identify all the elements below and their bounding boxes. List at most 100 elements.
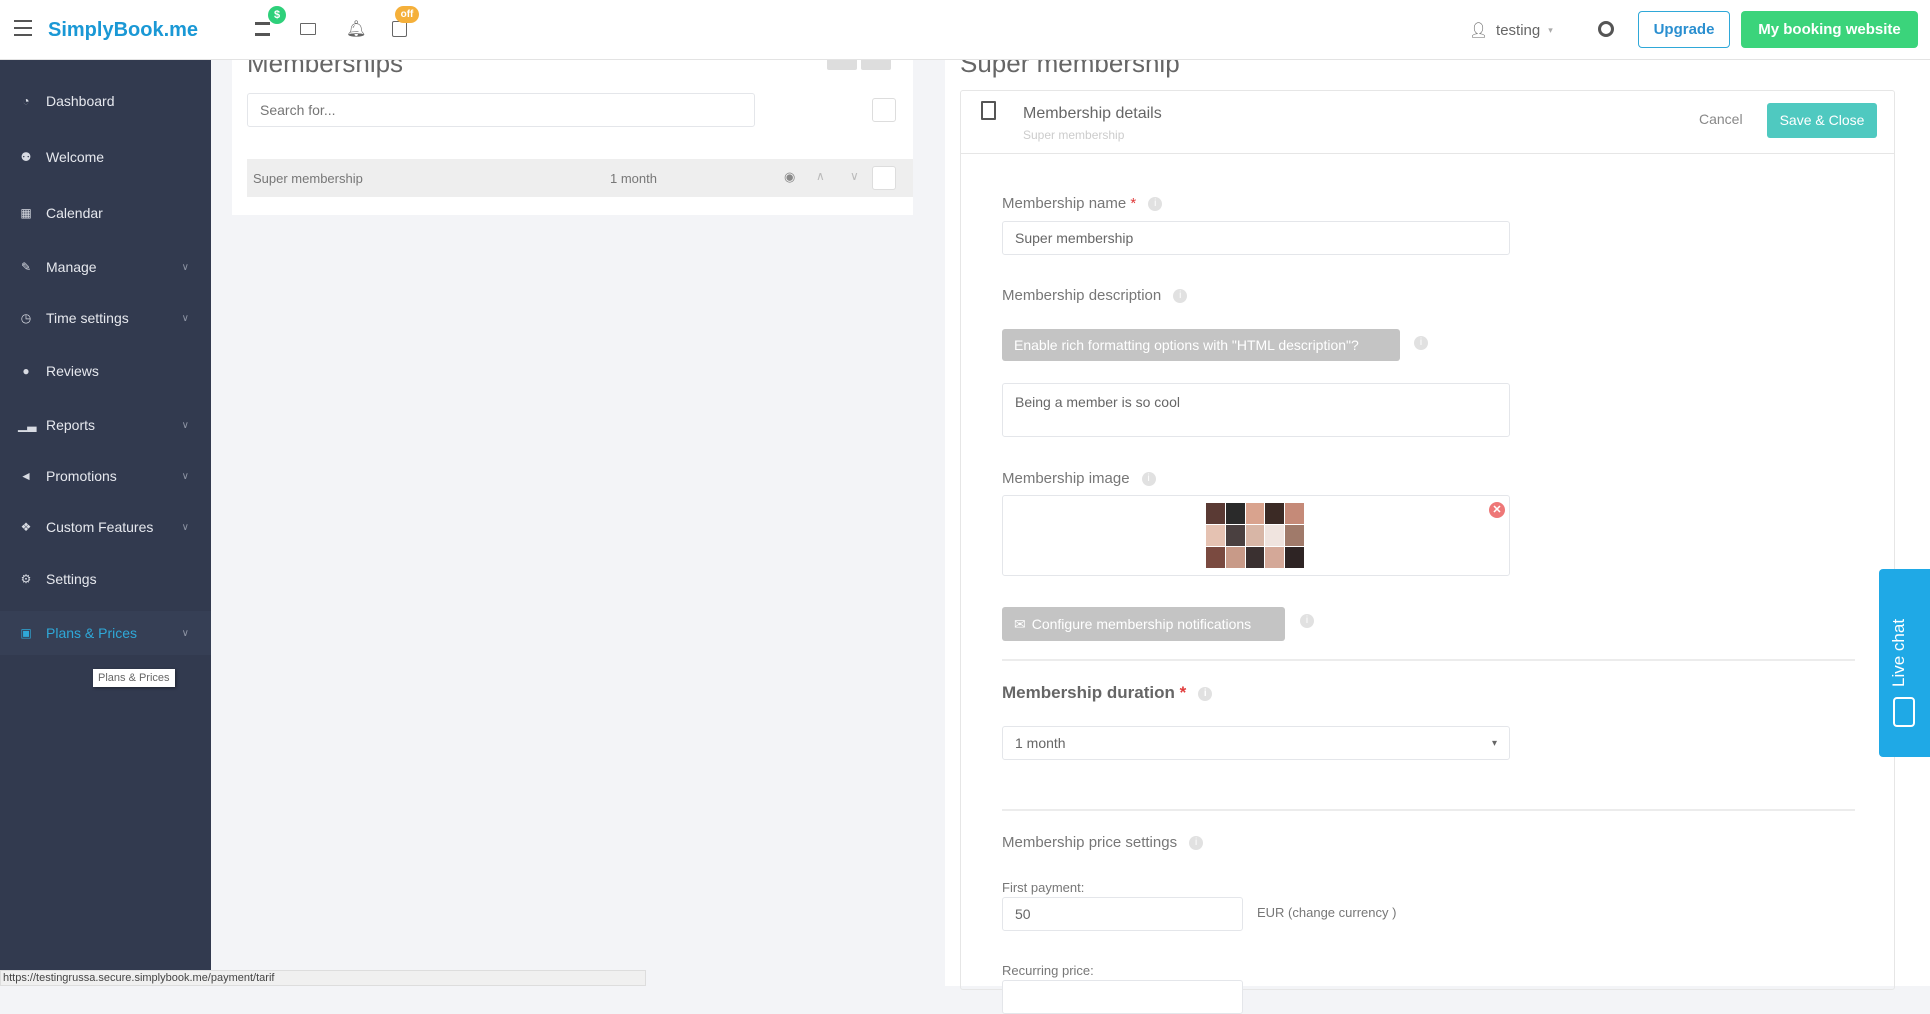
info-icon[interactable]: i <box>1141 472 1156 487</box>
info-icon[interactable]: i <box>1189 836 1204 851</box>
sidebar-item-reports[interactable]: ▁▃ Reports ∨ <box>0 403 211 447</box>
chevron-down-icon[interactable]: ∨ <box>182 262 189 273</box>
sidebar-item-label: Reviews <box>46 363 99 379</box>
move-up-icon[interactable]: ∧ <box>816 169 825 183</box>
search-input[interactable] <box>247 93 755 127</box>
row-duration: 1 month <box>610 171 657 186</box>
sidebar-item-settings[interactable]: ⚙ Settings <box>0 557 211 601</box>
chevron-down-icon[interactable]: ∨ <box>182 522 189 533</box>
hamburger-menu-icon[interactable] <box>14 20 32 36</box>
duration-select[interactable]: 1 month ▾ <box>1002 726 1510 760</box>
chevron-down-icon[interactable]: ∨ <box>182 471 189 482</box>
booking-website-button[interactable]: My booking website <box>1741 11 1918 48</box>
clock-icon: ◷ <box>20 311 32 325</box>
row-checkbox[interactable] <box>872 166 896 190</box>
sidebar-item-time-settings[interactable]: ◷ Time settings ∨ <box>0 296 211 340</box>
sidebar-item-label: Manage <box>46 259 97 275</box>
membership-image <box>1206 503 1304 568</box>
pencil-icon: ✎ <box>20 260 32 274</box>
tooltip: Plans & Prices <box>93 669 175 687</box>
sidebar-item-label: Welcome <box>46 149 105 165</box>
live-chat-label: Live chat <box>1889 618 1908 687</box>
billing-icon[interactable] <box>255 22 270 36</box>
sidebar-item-calendar[interactable]: ▦ Calendar <box>0 191 211 235</box>
bar-chart-icon: ▁▃ <box>18 418 37 432</box>
user-icon: 👤︎ <box>1469 22 1489 39</box>
user-menu[interactable]: 👤︎ testing ▾ <box>1457 12 1573 48</box>
cancel-button[interactable]: Cancel <box>1699 111 1743 127</box>
bulb-icon: ⚉ <box>20 150 32 164</box>
sidebar-item-label: Time settings <box>46 310 129 326</box>
sidebar-item-reviews[interactable]: ● Reviews <box>0 349 211 393</box>
status-bar-url: https://testingrussa.secure.simplybook.m… <box>0 970 646 986</box>
upgrade-button[interactable]: Upgrade <box>1638 11 1730 48</box>
chat-bubble-icon <box>1893 697 1915 727</box>
info-icon[interactable]: i <box>1148 197 1163 212</box>
select-all-checkbox[interactable] <box>872 98 896 122</box>
sidebar-item-label: Plans & Prices <box>46 625 138 641</box>
image-label: Membership image i <box>1002 470 1156 487</box>
image-box[interactable]: ✕ <box>1002 495 1510 576</box>
sidebar-item-label: Custom Features <box>46 519 154 535</box>
sidebar-item-manage[interactable]: ✎ Manage ∨ <box>0 245 211 289</box>
info-icon[interactable]: i <box>1414 336 1428 350</box>
card-header-title: Membership details <box>1023 105 1162 122</box>
duration-label: Membership duration * i <box>1002 683 1213 703</box>
logo[interactable]: SimplyBook.me <box>48 19 198 42</box>
off-badge: off <box>395 6 419 23</box>
memberships-list-panel: Memberships Super membership 1 month ◉ ∧… <box>232 40 913 215</box>
info-icon[interactable]: i <box>1198 686 1213 701</box>
save-close-button[interactable]: Save & Close <box>1767 103 1877 138</box>
sidebar-item-promotions[interactable]: ◄ Promotions ∨ <box>0 454 211 498</box>
mail-icon[interactable] <box>300 23 316 35</box>
info-icon[interactable]: i <box>1300 614 1314 628</box>
html-description-button[interactable]: Enable rich formatting options with "HTM… <box>1002 329 1400 361</box>
sidebar-item-welcome[interactable]: ⚉ Welcome <box>0 135 211 179</box>
sidebar-item-dashboard[interactable]: ◔ Dashboard <box>0 79 211 123</box>
caret-down-icon: ▾ <box>1491 737 1497 749</box>
dollar-badge: $ <box>268 6 286 24</box>
info-icon[interactable]: i <box>1173 289 1188 304</box>
description-label: Membership description i <box>1002 287 1188 304</box>
price-settings-label: Membership price settings i <box>1002 834 1204 851</box>
money-icon: ▣ <box>20 626 32 640</box>
sidebar-item-label: Promotions <box>46 468 117 484</box>
change-currency-link[interactable]: EUR (change currency ) <box>1257 905 1396 920</box>
recurring-price-label: Recurring price: <box>1002 963 1094 978</box>
live-chat-tab[interactable]: Live chat <box>1879 569 1930 757</box>
membership-name-input[interactable]: Super membership <box>1002 221 1510 255</box>
bell-icon[interactable]: 🔔︎ <box>346 19 366 39</box>
comments-icon: ● <box>22 364 30 378</box>
name-label: Membership name * i <box>1002 195 1163 212</box>
help-lifebuoy-icon[interactable] <box>1598 21 1614 37</box>
top-bar: SimplyBook.me $ 🔔︎ off 👤︎ testing ▾ Upgrad… <box>0 0 1930 60</box>
divider <box>1002 809 1855 811</box>
first-payment-input[interactable]: 50 <box>1002 897 1243 931</box>
sidebar-item-label: Dashboard <box>46 93 115 109</box>
first-payment-label: First payment: <box>1002 880 1085 895</box>
sidebar-item-label: Calendar <box>46 205 103 221</box>
card-header: Membership details Super membership Canc… <box>961 91 1894 154</box>
envelope-icon: ✉ <box>1014 615 1026 632</box>
caret-down-icon: ▾ <box>1548 24 1553 35</box>
divider <box>1002 659 1855 661</box>
configure-notifications-button[interactable]: ✉ Configure membership notifications <box>1002 607 1285 641</box>
dashboard-icon: ◔ <box>22 94 30 108</box>
list-item[interactable]: Super membership 1 month ◉ ∧ ∨ <box>247 159 913 197</box>
move-down-icon[interactable]: ∨ <box>850 169 859 183</box>
chevron-down-icon[interactable]: ∨ <box>182 313 189 324</box>
chevron-down-icon[interactable]: ∨ <box>182 628 189 639</box>
card-header-subtitle: Super membership <box>1023 128 1125 142</box>
chevron-down-icon[interactable]: ∨ <box>182 420 189 431</box>
sidebar-item-label: Reports <box>46 417 96 433</box>
calendar-offer-icon[interactable] <box>392 21 407 37</box>
sidebar-item-custom-features[interactable]: ❖ Custom Features ∨ <box>0 505 211 549</box>
bullhorn-icon: ◄ <box>20 469 32 483</box>
recurring-price-input[interactable] <box>1002 980 1243 1014</box>
sidebar-item-label: Settings <box>46 571 97 587</box>
puzzle-icon: ❖ <box>20 520 32 534</box>
description-textarea[interactable]: Being a member is so cool <box>1002 383 1510 437</box>
sidebar-item-plans-prices[interactable]: ▣ Plans & Prices ∨ <box>0 611 211 655</box>
eye-icon[interactable]: ◉ <box>784 169 795 185</box>
remove-image-icon[interactable]: ✕ <box>1489 502 1505 518</box>
